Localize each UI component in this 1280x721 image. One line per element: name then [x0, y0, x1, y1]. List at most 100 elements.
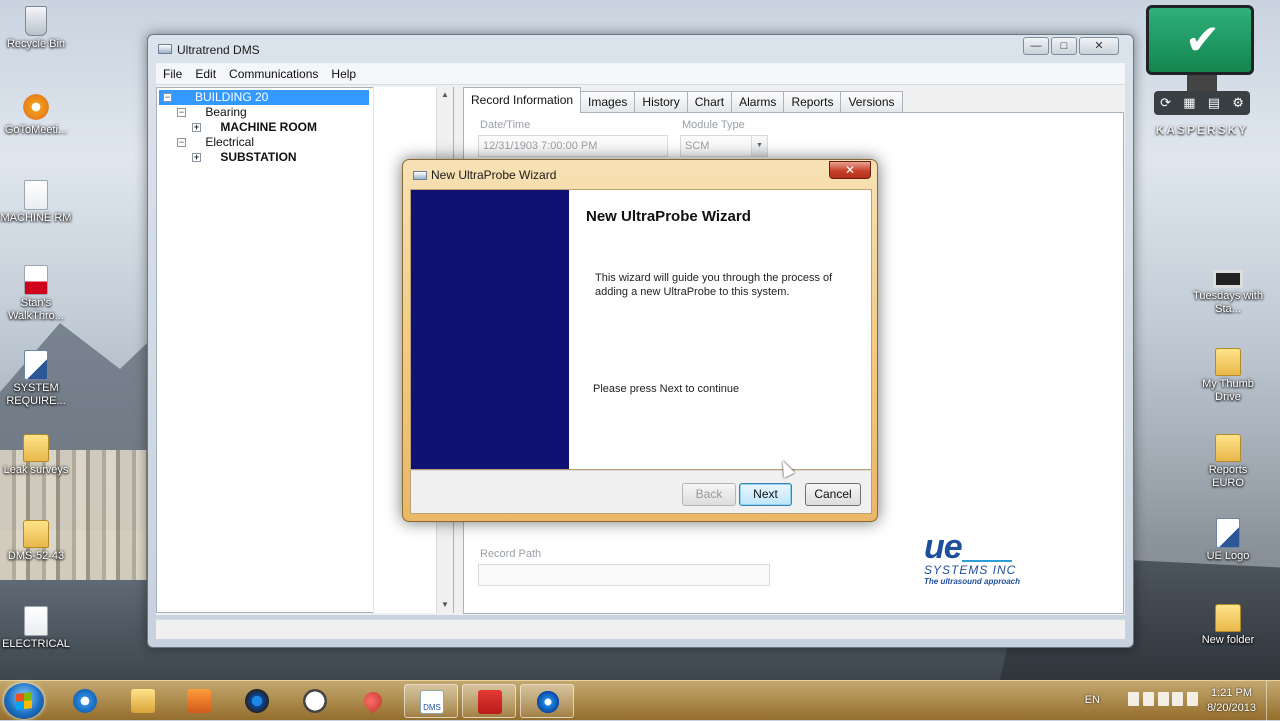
chevron-down-icon[interactable]: ▼ [751, 136, 767, 156]
taskbar-windows-explorer[interactable] [116, 684, 170, 718]
tree-node-bearing[interactable]: − Bearing [177, 105, 247, 120]
tab-images[interactable]: Images [580, 91, 636, 113]
window-title: Ultratrend DMS [177, 43, 260, 57]
expand-icon[interactable]: + [192, 123, 201, 133]
desktop-icon-ue-logo[interactable]: UE Logo [1192, 518, 1264, 563]
taskbar-ue-dms[interactable]: DMS [404, 684, 458, 718]
taskbar-acrobat[interactable] [462, 684, 516, 718]
tree-node-electrical[interactable]: − Electrical [177, 135, 254, 150]
menu-communications[interactable]: Communications [222, 63, 324, 81]
module-type-label: Module Type [682, 119, 745, 131]
taskbar-clock-app[interactable] [288, 684, 342, 718]
pin-icon [360, 688, 386, 714]
menu-help[interactable]: Help [324, 63, 362, 81]
desktop-icon-system-requirements[interactable]: SYSTEM REQUIRE... [0, 350, 72, 408]
cancel-button[interactable]: Cancel [805, 483, 861, 506]
taskbar-settings[interactable] [230, 684, 284, 718]
language-indicator[interactable]: EN [1085, 694, 1100, 706]
taskbar-clock[interactable]: 1:21 PM 8/20/2013 [1207, 686, 1256, 716]
show-desktop-button[interactable] [1266, 681, 1280, 721]
back-button[interactable]: Back [682, 483, 736, 506]
network-icon[interactable] [1172, 692, 1184, 706]
tab-reports[interactable]: Reports [783, 91, 842, 113]
taskbar-media-player[interactable] [172, 684, 226, 718]
dialog-close-button[interactable]: ✕ [829, 161, 871, 179]
desktop-icon-label: Stan's WalkThro... [8, 297, 64, 322]
logo-tagline: The ultrasound approach [924, 577, 1021, 586]
next-button[interactable]: Next [739, 483, 792, 506]
action-center-icon[interactable] [1142, 692, 1154, 706]
taskbar-flower-app[interactable] [520, 684, 574, 718]
collapse-icon[interactable]: − [177, 138, 186, 148]
tab-strip: Record Information Images History Chart … [463, 87, 903, 113]
desktop-icon-stans-walkthrough[interactable]: Stan's WalkThro... [0, 265, 72, 323]
tab-history[interactable]: History [634, 91, 688, 113]
tab-versions[interactable]: Versions [840, 91, 903, 113]
ue-systems-logo: ue SYSTEMS INC The ultrasound approach [924, 530, 1044, 586]
desktop-icon-my-thumb-drive[interactable]: My Thumb Drive [1192, 348, 1264, 404]
desktop-icon-tuesdays[interactable]: Tuesdays with Sta... [1192, 262, 1264, 316]
word-document-icon [1216, 518, 1240, 548]
windows-logo-icon [16, 692, 32, 710]
device-icon[interactable] [1157, 692, 1169, 706]
status-bar [156, 619, 1125, 639]
module-type-select[interactable]: SCM ▼ [680, 135, 768, 157]
dialog-title: New UltraProbe Wizard [431, 168, 557, 182]
tree-node-substation[interactable]: + SUBSTATION [192, 150, 297, 165]
desktop-icon-label: Leak surveys [3, 464, 69, 476]
show-hidden-icons-icon[interactable] [1128, 692, 1139, 706]
collapse-icon[interactable]: − [177, 108, 186, 118]
taskbar-internet-explorer[interactable] [58, 684, 112, 718]
gadget-toolbar: ⟳ ▦ ▤ ⚙ [1154, 91, 1250, 115]
maximize-button[interactable]: □ [1051, 37, 1077, 55]
desktop-icon-label: DMS-52-43 [7, 550, 65, 562]
refresh-icon[interactable]: ⟳ [1160, 95, 1171, 111]
minimize-button[interactable]: — [1023, 37, 1049, 55]
settings-icon[interactable]: ⚙ [1232, 95, 1244, 111]
desktop-icon-reports-euro[interactable]: Reports EURO [1192, 434, 1264, 490]
window-titlebar[interactable]: Ultratrend DMS — □ ✕ [148, 35, 1133, 63]
gadget-stand [1187, 75, 1217, 91]
tree-node-building-20[interactable]: − BUILDING 20 [159, 90, 369, 105]
gotomeeting-icon [21, 92, 51, 122]
wizard-button-bar: Back Next Cancel [410, 470, 872, 514]
collapse-icon[interactable]: − [163, 93, 172, 102]
desktop-icon-new-folder[interactable]: New folder [1192, 604, 1264, 647]
pdf-icon [24, 265, 48, 295]
report-icon[interactable]: ▤ [1208, 95, 1220, 111]
desktop-icon-label: MACHINE RM [0, 212, 72, 224]
start-button[interactable] [4, 683, 44, 719]
tab-record-information[interactable]: Record Information [463, 87, 582, 113]
recycle-bin-icon [25, 6, 47, 36]
desktop-icon-recycle-bin[interactable]: Recycle Bin [0, 6, 72, 51]
desktop-icon-electrical[interactable]: ELECTRICAL [0, 606, 72, 651]
clock-date: 8/20/2013 [1207, 702, 1256, 714]
window-controls: — □ ✕ [1023, 37, 1119, 55]
datetime-field[interactable]: 12/31/1903 7:00:00 PM [478, 135, 668, 157]
record-path-field[interactable] [478, 564, 770, 586]
volume-icon[interactable] [1187, 692, 1198, 706]
tab-chart[interactable]: Chart [686, 91, 733, 113]
datetime-label: Date/Time [480, 119, 531, 131]
desktop-icon-label: Recycle Bin [6, 38, 66, 50]
dialog-app-icon [413, 171, 427, 180]
tree-node-machine-room[interactable]: + MACHINE ROOM [192, 120, 317, 135]
taskbar-pin-app[interactable] [346, 684, 400, 718]
checkmark-icon: ✔ [1185, 16, 1221, 63]
expand-icon[interactable]: + [192, 153, 201, 163]
desktop-icon-gotomeeting[interactable]: GoToMeeti... [0, 92, 72, 137]
close-button[interactable]: ✕ [1079, 37, 1119, 55]
acrobat-icon [478, 690, 502, 714]
kaspersky-gadget[interactable]: ✔ ⟳ ▦ ▤ ⚙ KASPERSKY [1146, 5, 1258, 155]
scroll-up-icon[interactable]: ▲ [437, 87, 453, 103]
desktop-icon-dms-52-43[interactable]: DMS-52-43 [0, 520, 72, 563]
calendar-icon[interactable]: ▦ [1183, 95, 1195, 111]
desktop-icon-leak-surveys[interactable]: Leak surveys [0, 434, 72, 477]
desktop-icon-machine-rm[interactable]: MACHINE RM [0, 180, 72, 225]
kaspersky-status-monitor: ✔ [1146, 5, 1254, 75]
menu-edit[interactable]: Edit [188, 63, 222, 81]
menu-file[interactable]: File [156, 63, 188, 81]
logo-mark: ue [924, 530, 1044, 564]
tab-alarms[interactable]: Alarms [731, 91, 785, 113]
scroll-down-icon[interactable]: ▼ [437, 597, 453, 613]
